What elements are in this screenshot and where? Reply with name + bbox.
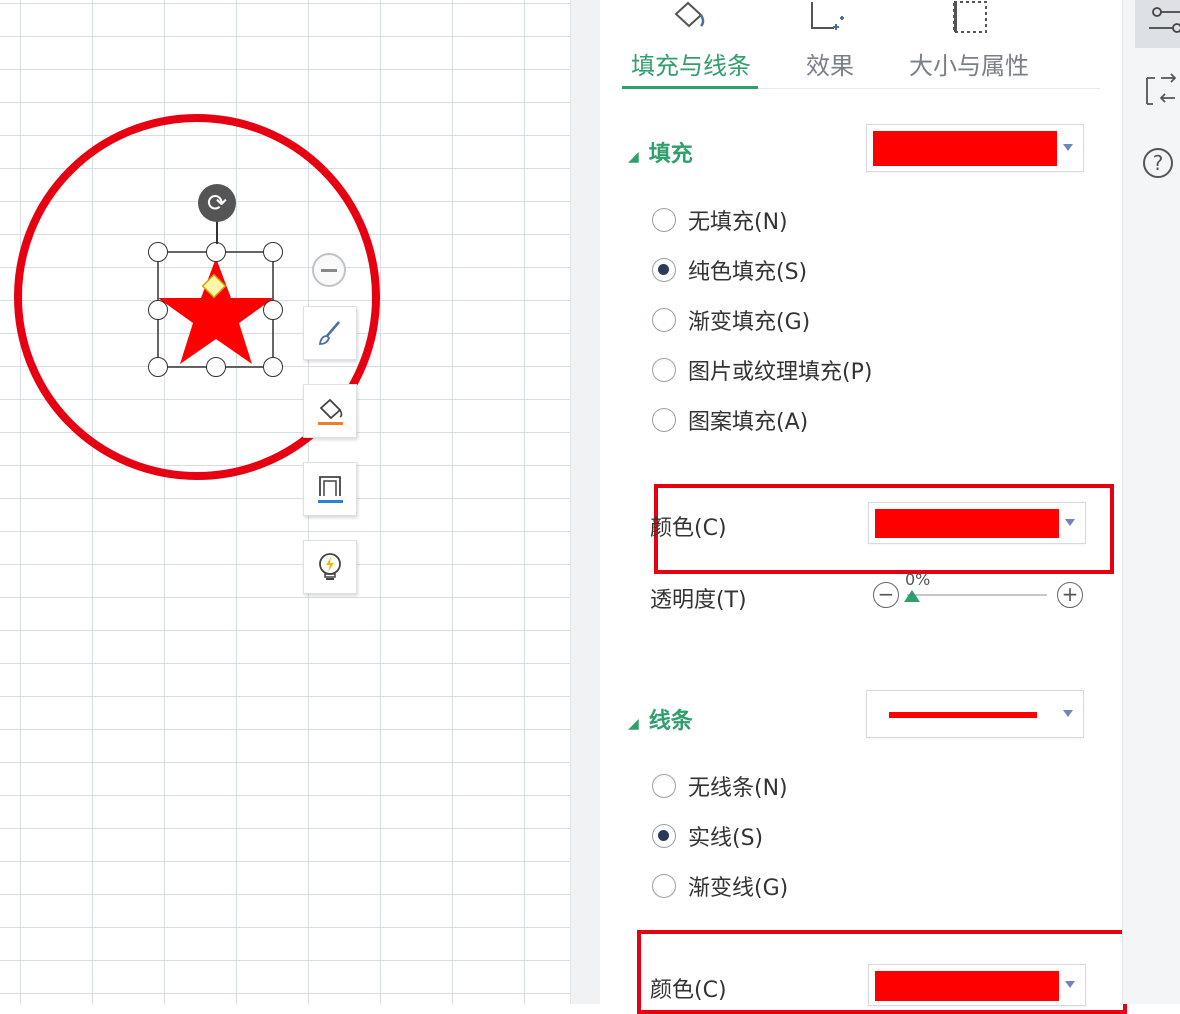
fill-color-picker[interactable] (868, 502, 1086, 544)
resize-handle-ml[interactable] (148, 300, 168, 320)
line-section-title: 线条 (648, 709, 693, 734)
chevron-down-icon (1065, 981, 1075, 988)
minus-icon[interactable] (312, 253, 346, 287)
radio-solid-line[interactable]: 实线(S) (652, 820, 763, 852)
fill-section-title: 填充 (648, 142, 693, 167)
spreadsheet-grid[interactable]: ⟳ (0, 0, 570, 1004)
radio-label: 图片或纹理填充(P) (688, 360, 873, 385)
tab-size-and-properties[interactable]: 大小与属性 (909, 46, 1029, 81)
radio-label: 渐变线(G) (688, 876, 789, 901)
line-section-header[interactable]: ◢ 线条 (628, 703, 693, 735)
radio-gradient-fill[interactable]: 渐变填充(G) (652, 304, 810, 336)
property-panel: 填充与线条 效果 大小与属性 ◢ 填充 无填充(N) 纯色填充(S) 渐变填充(G… (600, 0, 1127, 1014)
line-color-preview (889, 712, 1037, 718)
radio-button[interactable] (652, 408, 676, 432)
rotate-stem (216, 220, 218, 244)
chevron-down-icon (1063, 144, 1073, 151)
resize-handle-bl[interactable] (148, 357, 168, 377)
radio-label: 无填充(N) (688, 210, 788, 235)
size-properties-icon (953, 1, 987, 33)
fill-section-header[interactable]: ◢ 填充 (628, 136, 693, 168)
outline-icon (318, 476, 343, 503)
radio-button[interactable] (652, 774, 676, 798)
lightbulb-icon (319, 553, 341, 580)
transparency-label: 透明度(T) (650, 588, 747, 613)
radio-no-line[interactable]: 无线条(N) (652, 770, 788, 802)
radio-button[interactable] (652, 258, 676, 282)
shape-fill-button[interactable] (303, 384, 357, 438)
collapse-caret-icon: ◢ (628, 716, 639, 732)
fill-color-picker-swatch (875, 509, 1059, 538)
fill-color-dropdown[interactable] (866, 124, 1084, 172)
resize-handle-tl[interactable] (148, 242, 168, 262)
shape-outline-button[interactable] (303, 462, 357, 516)
resize-handle-bc[interactable] (206, 357, 226, 377)
fill-bucket-icon (674, 1, 705, 28)
chevron-down-icon (1065, 519, 1075, 526)
radio-gradient-line[interactable]: 渐变线(G) (652, 870, 788, 902)
smart-suggest-button[interactable] (303, 540, 357, 594)
radio-pattern-fill[interactable]: 图案填充(A) (652, 404, 808, 436)
line-color-label: 颜色(C) (650, 978, 727, 1003)
resize-handle-br[interactable] (263, 357, 283, 377)
radio-solid-fill[interactable]: 纯色填充(S) (652, 254, 807, 286)
resize-handle-tc[interactable] (206, 242, 226, 262)
radio-label: 图案填充(A) (688, 410, 809, 435)
line-color-picker-swatch (875, 971, 1059, 1001)
tab-effects[interactable]: 效果 (806, 46, 854, 81)
rotate-icon[interactable]: ⟳ (198, 184, 236, 222)
panel-splitter[interactable] (570, 0, 602, 1004)
radio-label: 实线(S) (688, 826, 764, 851)
radio-button[interactable] (652, 208, 676, 232)
radio-button[interactable] (652, 824, 676, 848)
collapse-caret-icon: ◢ (628, 149, 639, 165)
transparency-value: 0% (905, 570, 931, 589)
right-sidebar: ? (1122, 0, 1180, 1004)
radio-button[interactable] (652, 358, 676, 382)
radio-picture-texture-fill[interactable]: 图片或纹理填充(P) (652, 354, 872, 386)
radio-no-fill[interactable]: 无填充(N) (652, 204, 788, 236)
transparency-slider-track[interactable] (907, 594, 1047, 596)
radio-label: 纯色填充(S) (688, 260, 808, 285)
style-brush-button[interactable] (303, 306, 357, 360)
radio-button[interactable] (652, 874, 676, 898)
brush-icon (318, 321, 340, 345)
tab-fill-and-line[interactable]: 填充与线条 (631, 46, 751, 81)
line-style-dropdown[interactable] (866, 690, 1084, 738)
radio-label: 渐变填充(G) (688, 310, 811, 335)
properties-icon (1149, 7, 1180, 33)
line-color-picker[interactable] (868, 964, 1086, 1006)
transparency-slider-thumb[interactable] (904, 590, 920, 602)
active-tab-indicator (622, 86, 758, 89)
fill-color-label: 颜色(C) (650, 516, 727, 541)
chevron-down-icon (1063, 710, 1073, 717)
transparency-increase-button[interactable]: + (1057, 582, 1083, 608)
fill-icon (318, 398, 343, 425)
radio-button[interactable] (652, 308, 676, 332)
effects-icon (811, 2, 844, 30)
star-fill (158, 258, 274, 364)
resize-handle-mr[interactable] (263, 300, 283, 320)
radio-label: 无线条(N) (688, 776, 788, 801)
fill-color-swatch (873, 131, 1057, 166)
transparency-decrease-button[interactable]: − (873, 582, 899, 608)
properties-button[interactable] (1135, 0, 1180, 48)
resize-handle-tr[interactable] (263, 242, 283, 262)
selection-icon[interactable] (1145, 72, 1180, 108)
help-icon[interactable]: ? (1143, 148, 1173, 178)
